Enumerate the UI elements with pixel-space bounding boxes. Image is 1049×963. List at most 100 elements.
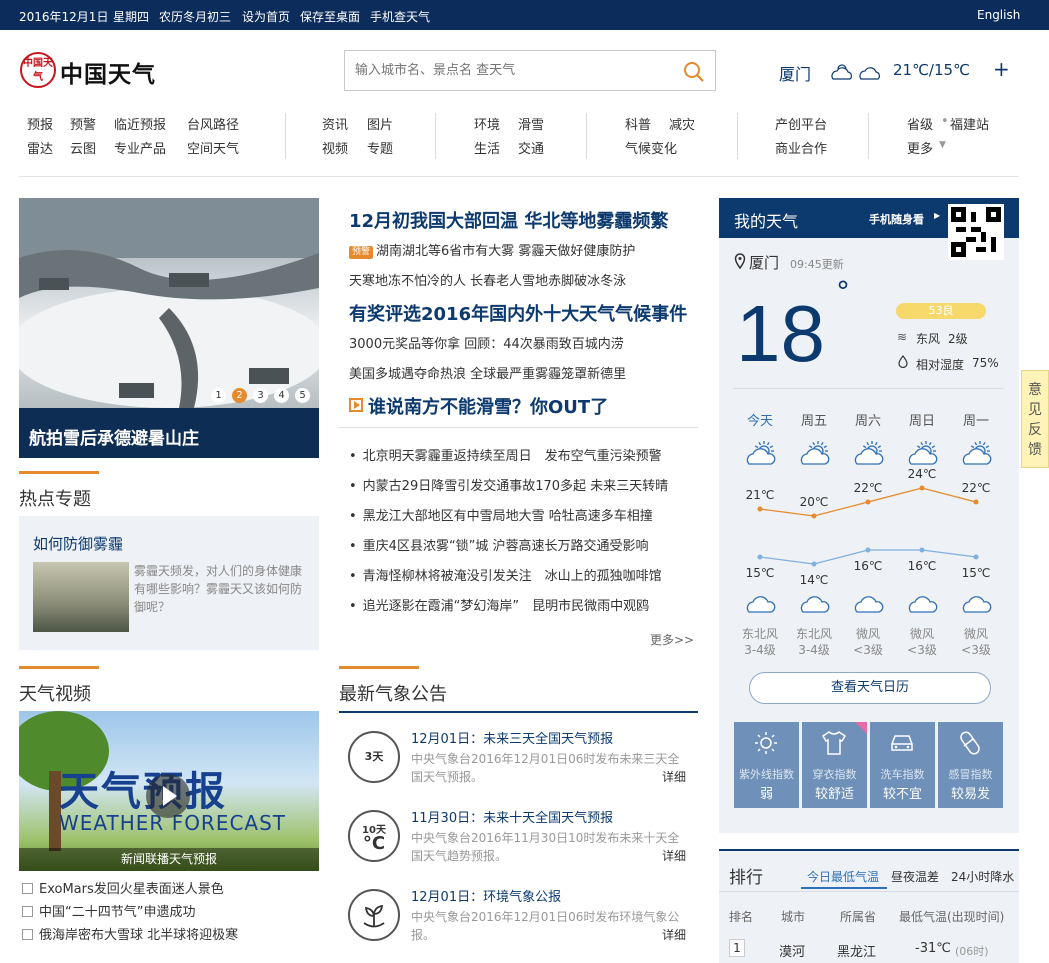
nav-forecast[interactable]: 预报 (27, 114, 53, 133)
slide-dot-1[interactable]: 1 (211, 388, 226, 403)
nav-science[interactable]: 科普 (625, 114, 651, 133)
nav-news[interactable]: 资讯 (322, 114, 348, 133)
forecast-day-mon[interactable]: 周一 (949, 410, 1003, 429)
hot-topic-card[interactable]: 如何防御雾霾 雾霾天频发，对人们的身体健康有哪些影响？雾霾天又该如何防御呢？ (19, 516, 319, 650)
nav-warning[interactable]: 预警 (70, 114, 96, 133)
slide-dot-4[interactable]: 4 (274, 388, 289, 403)
subline-2[interactable]: 天寒地冻不怕冷的人 长春老人雪地赤脚破冰冬泳 (349, 270, 626, 289)
slide-photo[interactable]: 12345 (19, 198, 319, 408)
weather-calendar-button[interactable]: 查看天气日历 (749, 672, 991, 704)
site-logo-text[interactable]: 中国天气 (60, 55, 156, 89)
photo-slider[interactable]: 12345 航拍雪后承德避暑山庄 (19, 198, 319, 458)
more-news-link[interactable]: 更多>> (650, 631, 694, 648)
headline-2[interactable]: 有奖评选2016年国内外十大天气气候事件 (349, 300, 687, 326)
forecast-day-sat[interactable]: 周六 (841, 410, 895, 429)
aqi-badge[interactable]: 53良 (896, 303, 986, 319)
video-caption[interactable]: 新闻联播天气预报 (19, 848, 319, 871)
nav-business[interactable]: 商业合作 (775, 138, 827, 157)
news-item[interactable]: 北京明天雾霾重返持续至周日 发布空气重污染预警 (349, 445, 662, 464)
current-city[interactable]: 厦门 (749, 252, 779, 273)
nav-cloud[interactable]: 云图 (70, 138, 96, 157)
carwash-index-tile[interactable]: 洗车指数 较不宜 (870, 722, 935, 808)
english-link[interactable]: English (977, 8, 1020, 22)
play-small-icon (22, 883, 33, 894)
slide-dot-3[interactable]: 3 (253, 388, 268, 403)
forecast-day-fri[interactable]: 周五 (787, 410, 841, 429)
slide-caption[interactable]: 航拍雪后承德避暑山庄 (29, 424, 199, 449)
bulletin-title[interactable]: 12月01日：未来三天全国天气预报 (411, 728, 613, 747)
set-homepage-link[interactable]: 设为首页 (242, 8, 290, 25)
tab-lowest-temp[interactable]: 今日最低气温 (807, 868, 879, 885)
nav-products[interactable]: 专业产品 (114, 138, 166, 157)
video-player[interactable]: 天气预报 WEATHER FORECAST 新闻联播天气预报 (19, 711, 319, 871)
hot-topic-headline[interactable]: 如何防御雾霾 (33, 533, 123, 554)
headline-3[interactable]: 谁说南方不能滑雪？你OUT了 (349, 393, 608, 419)
search-icon[interactable] (683, 61, 705, 83)
subline-3[interactable]: 3000元奖品等你拿 回顾：44次暴雨致百城内涝 (349, 333, 624, 352)
forecast-wind-2: 微风 <3级 (841, 626, 895, 658)
subline-4[interactable]: 美国多城遇夺命热浪 全球最严重雾霾笼罩新德里 (349, 363, 626, 382)
nav-nowcast[interactable]: 临近预报 (114, 114, 166, 133)
nav-photos[interactable]: 图片 (367, 114, 393, 133)
forecast-10day-icon: 10天 °C (348, 810, 400, 862)
nav-platform[interactable]: 产创平台 (775, 114, 827, 133)
nav-climate[interactable]: 气候变化 (625, 138, 677, 157)
nav-space-weather[interactable]: 空间天气 (187, 138, 239, 157)
bulletin-detail-link[interactable]: 详细 (662, 926, 686, 943)
video-list-item[interactable]: 俄海岸密布大雪球 北半球将迎极寒 (22, 924, 238, 943)
subline-1[interactable]: 预警 湖南湖北等6省市有大雾 雾霾天做好健康防护 (349, 240, 635, 259)
mobile-link[interactable]: 手机随身看 (869, 211, 924, 227)
bulletin-detail-link[interactable]: 详细 (662, 847, 686, 864)
header-city[interactable]: 厦门 (779, 61, 811, 85)
nav-video[interactable]: 视频 (322, 138, 348, 157)
forecast-day-today[interactable]: 今天 (733, 410, 787, 429)
bulletin-title[interactable]: 12月01日：环境气象公报 (411, 886, 561, 905)
high-temp-point (811, 513, 817, 519)
bulletin-detail-link[interactable]: 详细 (662, 768, 686, 785)
search-input[interactable] (345, 51, 665, 90)
news-item[interactable]: 黑龙江大部地区有中雪局地大雪 哈牡高速多车相撞 (349, 505, 653, 524)
tab-temp-diff[interactable]: 昼夜温差 (891, 868, 939, 885)
slide-dot-2[interactable]: 2 (232, 388, 247, 403)
bulletin-title[interactable]: 11月30日：未来十天全国天气预报 (411, 807, 613, 826)
ranking-title: 排行 (729, 868, 763, 888)
add-city-button[interactable]: + (993, 57, 1010, 81)
rank-city[interactable]: 漠河 (779, 941, 805, 960)
mobile-weather-link[interactable]: 手机查天气 (370, 8, 430, 25)
chevron-down-icon: ▼ (939, 140, 946, 150)
tab-precip[interactable]: 24小时降水 (951, 868, 1014, 885)
high-temp-point (973, 499, 979, 505)
nav-ski[interactable]: 滑雪 (518, 114, 544, 133)
forecast-wind-4: 微风 <3级 (949, 626, 1003, 658)
cold-index-tile[interactable]: 感冒指数 较易发 (938, 722, 1003, 808)
save-desktop-link[interactable]: 保存至桌面 (300, 8, 360, 25)
nav-typhoon[interactable]: 台风路径 (187, 114, 239, 133)
nav-fujian-station[interactable]: 福建站 (950, 114, 989, 133)
uv-index-tile[interactable]: 紫外线指数 弱 (734, 722, 799, 808)
nav-life[interactable]: 生活 (474, 138, 500, 157)
video-list-item[interactable]: 中国“二十四节气”申遗成功 (22, 901, 195, 920)
slide-dot-5[interactable]: 5 (295, 388, 310, 403)
nav-environment[interactable]: 环境 (474, 114, 500, 133)
nav-traffic[interactable]: 交通 (518, 138, 544, 157)
humidity-value: 75% (972, 356, 999, 370)
forecast-day-sun[interactable]: 周日 (895, 410, 949, 429)
news-item[interactable]: 重庆4区县浓雾“锁”城 沪蓉高速长万路交通受影响 (349, 535, 649, 554)
nav-more[interactable]: 更多 (907, 138, 933, 157)
nav-disaster[interactable]: 减灾 (669, 114, 695, 133)
play-button[interactable] (146, 774, 190, 818)
col-min-temp: 最低气温(出现时间) (899, 910, 1005, 924)
logo-seal[interactable]: 中国天气 (20, 52, 56, 88)
video-list-item[interactable]: ExoMars发回火星表面迷人景色 (22, 878, 224, 897)
ranking-panel: 排行 今日最低气温 昼夜温差 24小时降水 排名 城市 所属省 最低气温(出现时… (719, 849, 1019, 963)
nav-province[interactable]: 省级 (907, 114, 933, 133)
nav-radar[interactable]: 雷达 (27, 138, 53, 157)
feedback-button[interactable]: 意见反馈 (1021, 370, 1049, 468)
dressing-index-tile[interactable]: 穿衣指数 较舒适 (802, 722, 867, 808)
news-item[interactable]: 青海怪柳林将被淹没引发关注 冰山上的孤独咖啡馆 (349, 565, 662, 584)
news-item[interactable]: 内蒙古29日降雪引发交通事故170多起 未来三天转晴 (349, 475, 669, 494)
headline-1[interactable]: 12月初我国大部回温 华北等地雾霾频繁 (349, 207, 668, 233)
smog-photo[interactable] (33, 562, 129, 632)
news-item[interactable]: 追光逐影在霞浦“梦幻海岸” 昆明市民微雨中观鸥 (349, 595, 649, 614)
nav-topics[interactable]: 专题 (367, 138, 393, 157)
